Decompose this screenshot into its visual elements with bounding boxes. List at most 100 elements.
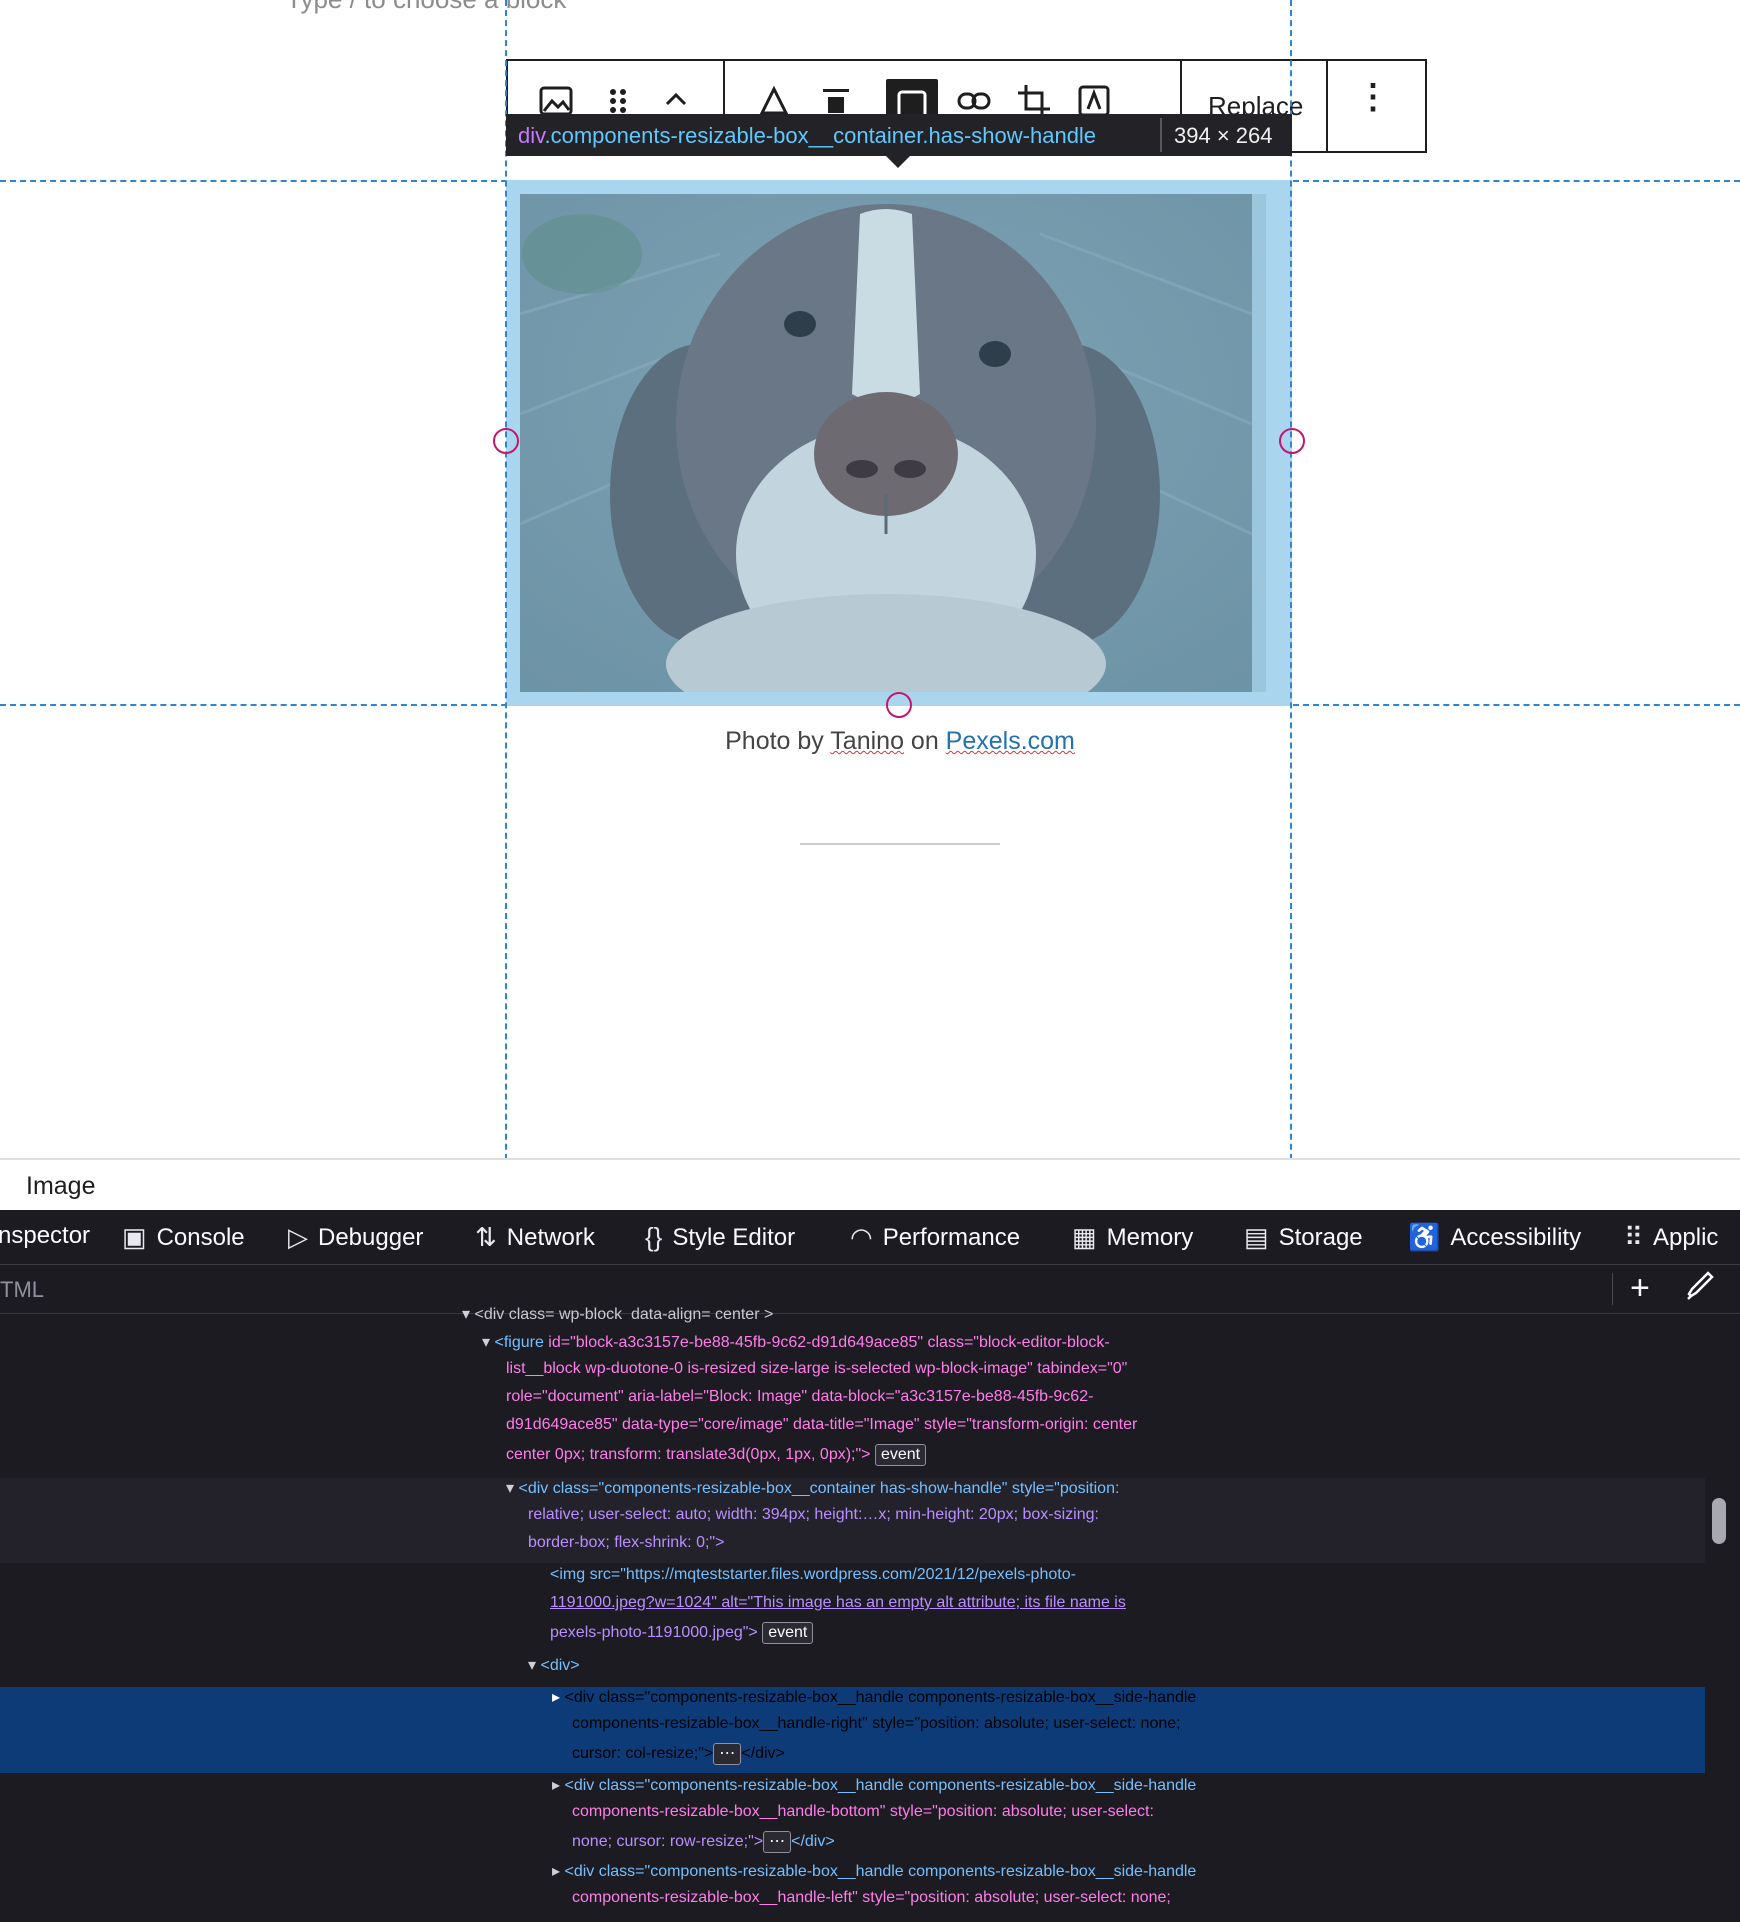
ellipsis-badge[interactable]: ⋯ <box>713 1743 742 1765</box>
markup-line-inner-div[interactable]: ▾ <div> <box>528 1655 580 1675</box>
tab-debugger-label: Debugger <box>318 1223 424 1251</box>
markup-attrs: id="block-a3c3157e-be88-45fb-9c62-d91d64… <box>543 1334 1110 1351</box>
markup-text: pexels-photo-1191000.jpeg"> <box>550 1624 758 1642</box>
block-breadcrumb-bar: Image <box>0 1158 1740 1210</box>
markup-attrs: center 0px; transform: translate3d(0px, … <box>506 1446 871 1464</box>
markup-line: components-resizable-box__handle-left" s… <box>572 1889 1171 1906</box>
event-badge[interactable]: event <box>762 1622 814 1644</box>
html-search-input[interactable]: TML <box>0 1277 44 1303</box>
html-search-bar: TML + <box>0 1265 1740 1314</box>
tab-storage[interactable]: ▤ Storage <box>1244 1222 1363 1253</box>
accessibility-icon: ♿ <box>1408 1222 1441 1252</box>
markup-line: role="document" aria-label="Block: Image… <box>506 1388 1094 1405</box>
collapse-triangle-icon: ▾ <box>528 1657 537 1674</box>
markup-text: <div class= wp-block data-align= center … <box>474 1306 774 1323</box>
expand-triangle-icon: ▸ <box>552 1777 561 1794</box>
markup-line: d91d649ace85" data-type="core/image" dat… <box>506 1416 1138 1433</box>
tooltip-divider <box>1160 118 1162 152</box>
separator-block[interactable] <box>800 843 1000 845</box>
caption-prefix: Photo by <box>725 727 831 755</box>
expand-triangle-icon: ▸ <box>552 1863 561 1880</box>
markup-text: </div> <box>741 1745 785 1763</box>
resize-handle-left[interactable] <box>493 428 519 454</box>
markup-text: <div class="components-resizable-box__ha… <box>564 1689 1197 1706</box>
storage-icon: ▤ <box>1244 1222 1269 1252</box>
ellipsis-badge[interactable]: ⋯ <box>763 1831 792 1853</box>
tab-style-editor-label: Style Editor <box>672 1223 796 1251</box>
markup-line: list__block wp-duotone-0 is-resized size… <box>506 1360 1128 1377</box>
tab-console-label: Console <box>156 1223 245 1251</box>
tab-network-label: Network <box>506 1223 595 1251</box>
markup-line: relative; user-select: auto; width: 394p… <box>528 1506 1099 1523</box>
tab-memory-label: Memory <box>1106 1223 1194 1251</box>
tab-debugger[interactable]: ▷ Debugger <box>288 1222 423 1253</box>
tab-memory[interactable]: ▦ Memory <box>1072 1222 1193 1253</box>
markup-line-img[interactable]: <img src="https://mqteststarter.files.wo… <box>550 1566 1076 1584</box>
tab-style-editor[interactable]: {} Style Editor <box>645 1222 795 1253</box>
breadcrumb-image[interactable]: Image <box>26 1172 95 1201</box>
markup-line-handle-bottom[interactable]: ▸ <div class="components-resizable-box__… <box>552 1775 1196 1795</box>
expand-triangle-icon: ▸ <box>552 1689 561 1706</box>
more-options-button[interactable]: ⋮ <box>1356 77 1390 117</box>
tab-network[interactable]: ⇅ Network <box>475 1222 595 1253</box>
tab-application-label: Applic <box>1653 1223 1719 1251</box>
markup-line-container[interactable]: ▾ <div class="components-resizable-box__… <box>506 1478 1119 1498</box>
resize-handle-bottom[interactable] <box>886 692 912 718</box>
tooltip-arrow <box>886 156 910 168</box>
image-edge <box>1252 194 1266 692</box>
markup-line: 1191000.jpeg?w=1024" alt="This image has… <box>550 1594 1126 1611</box>
markup-text: <div class="components-resizable-box__ha… <box>564 1863 1197 1880</box>
markup-line-figure[interactable]: ▾ <figure id="block-a3c3157e-be88-45fb-9… <box>482 1332 1110 1352</box>
markup-line-handle-left[interactable]: ▸ <div class="components-resizable-box__… <box>552 1861 1196 1881</box>
debugger-icon: ▷ <box>288 1222 308 1252</box>
tab-storage-label: Storage <box>1278 1223 1363 1251</box>
tooltip-tag: div <box>518 123 545 148</box>
markup-line: center 0px; transform: translate3d(0px, … <box>506 1444 927 1466</box>
tooltip-classes: .components-resizable-box__container.has… <box>544 123 1097 148</box>
markup-line: none; cursor: row-resize;"> ⋯ </div> <box>572 1831 835 1853</box>
tab-performance-label: Performance <box>882 1223 1021 1251</box>
markup-line: components-resizable-box__handle-bottom"… <box>572 1803 1154 1820</box>
application-icon: ⠿ <box>1624 1222 1644 1252</box>
console-icon: ▣ <box>122 1222 147 1252</box>
add-node-icon[interactable]: + <box>1630 1269 1650 1308</box>
image-caption[interactable]: Photo by Tanino on Pexels.com <box>0 727 1740 756</box>
caption-middle: on <box>903 727 946 755</box>
block-placeholder[interactable]: Type / to choose a block <box>286 0 566 15</box>
toolbar-separator <box>1326 61 1328 151</box>
markup-line-handle-right[interactable]: ▸ <div class="components-resizable-box__… <box>552 1687 1196 1707</box>
markup-line: components-resizable-box__handle-right" … <box>572 1715 1181 1732</box>
markup-line-parent[interactable]: ▾ <div class= wp-block data-align= cente… <box>462 1304 773 1324</box>
collapse-triangle-icon: ▾ <box>506 1480 515 1497</box>
guide-line-right <box>1290 0 1292 1158</box>
guide-line-left <box>505 0 507 1158</box>
caption-author: Tanino <box>830 727 904 755</box>
tooltip-selector: div.components-resizable-box__container.… <box>518 123 1096 149</box>
tab-accessibility[interactable]: ♿ Accessibility <box>1408 1222 1581 1253</box>
markup-text: <div class="components-resizable-box__ha… <box>564 1777 1197 1794</box>
performance-icon: ◠ <box>850 1222 873 1252</box>
caption-link[interactable]: Pexels.com <box>946 727 1075 755</box>
collapse-triangle-icon: ▾ <box>482 1334 491 1351</box>
markup-scrollbar[interactable] <box>1705 1314 1740 1922</box>
markup-line: pexels-photo-1191000.jpeg"> event <box>550 1622 814 1644</box>
markup-text: none; cursor: row-resize;"> <box>572 1833 764 1851</box>
tab-console[interactable]: ▣ Console <box>122 1222 245 1253</box>
markup-line: border-box; flex-shrink: 0;"> <box>528 1534 725 1551</box>
dog-photo[interactable] <box>520 194 1252 692</box>
block-editor-canvas: Type / to choose a block Repl <box>0 0 1740 1158</box>
tab-performance[interactable]: ◠ Performance <box>850 1222 1020 1253</box>
markup-text: <div> <box>540 1657 580 1674</box>
eyedropper-icon[interactable] <box>1686 1271 1714 1308</box>
markup-text: </div> <box>791 1833 835 1851</box>
inspector-highlight-tooltip: div.components-resizable-box__container.… <box>506 114 1292 168</box>
markup-line: cursor: col-resize;"> ⋯ </div> <box>572 1743 785 1765</box>
tab-accessibility-label: Accessibility <box>1450 1223 1582 1251</box>
resize-handle-right[interactable] <box>1279 428 1305 454</box>
collapse-triangle-icon: ▾ <box>462 1306 471 1323</box>
tab-application[interactable]: ⠿ Applic <box>1624 1222 1718 1253</box>
event-badge[interactable]: event <box>874 1444 927 1466</box>
tab-inspector[interactable]: nspector <box>0 1222 90 1250</box>
markup-scroll-thumb[interactable] <box>1712 1498 1726 1544</box>
network-icon: ⇅ <box>475 1222 497 1252</box>
